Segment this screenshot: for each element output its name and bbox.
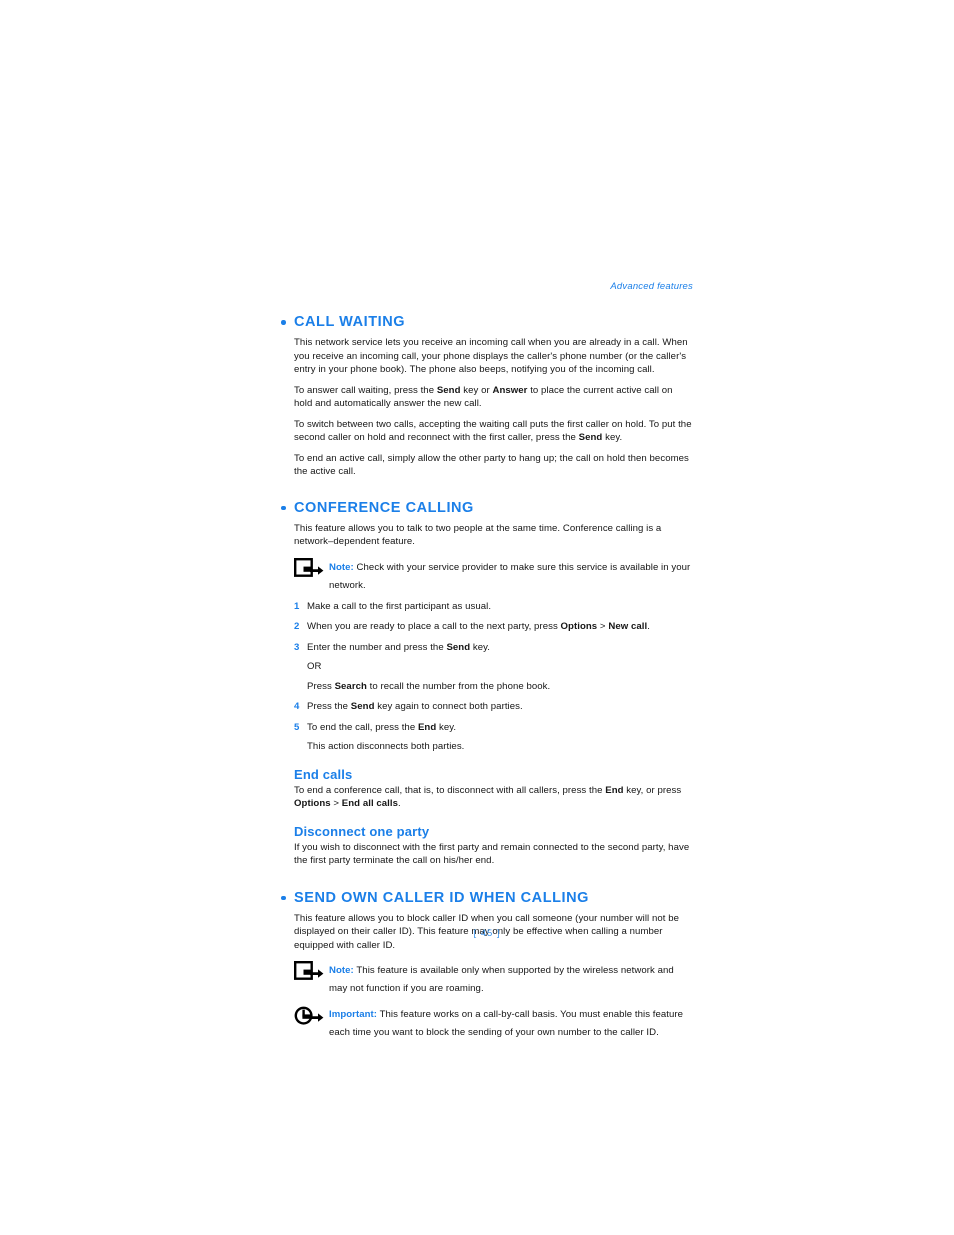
step-text: Enter the number and press the Send key. (307, 641, 491, 653)
section-heading-send-own-caller-id: SEND OWN CALLER ID WHEN CALLING (281, 889, 693, 907)
step-number: 2 (294, 621, 300, 633)
document-page: Advanced features CALL WAITING This netw… (0, 0, 954, 1235)
step-number: 3 (294, 641, 300, 653)
note-body: This feature is available only when supp… (329, 965, 674, 995)
paragraph: If you wish to disconnect with the first… (294, 841, 690, 867)
step-follow-text: This action disconnects both parties. (307, 741, 465, 753)
important-callout: Important: This feature works on a call-… (281, 1004, 693, 1040)
list-item: 5 To end the call, press the End key. Thi… (281, 721, 693, 754)
note-arrow-box-icon (294, 557, 324, 579)
subsection-heading-end-calls: End calls (294, 766, 353, 782)
section-heading-call-waiting: CALL WAITING (281, 313, 693, 331)
step-text: When you are ready to place a call to th… (307, 621, 650, 633)
step-text: Make a call to the first participant as … (307, 600, 492, 612)
step-number: 4 (294, 701, 300, 713)
bullet-icon (281, 895, 286, 901)
important-label: Important: (329, 1009, 378, 1021)
note-body: Check with your service provider to make… (329, 561, 691, 591)
bullet-icon (281, 320, 286, 325)
subsection-heading-disconnect-one-party: Disconnect one party (294, 823, 430, 839)
step-number: 1 (294, 600, 300, 612)
paragraph: This feature allows you to talk to two p… (294, 522, 662, 548)
list-item: 4 Press the Send key again to connect bot… (281, 700, 693, 714)
running-header: Advanced features (610, 281, 693, 292)
section-heading-text: SEND OWN CALLER ID WHEN CALLING (294, 889, 589, 906)
step-or-label: OR (307, 661, 322, 673)
note-arrow-box-icon (294, 961, 324, 982)
section-heading-text: CALL WAITING (294, 314, 406, 330)
note-callout-text: Note: This feature is available only whe… (329, 965, 674, 994)
page-number: [ 45 ] (473, 928, 501, 939)
step-alt-text: Press Search to recall the number from t… (307, 680, 551, 692)
important-callout-text: Important: This feature works on a call-… (329, 1009, 683, 1038)
section-heading-text: CONFERENCE CALLING (294, 499, 474, 516)
note-callout: Note: This feature is available only whe… (281, 960, 693, 996)
list-item: 2 When you are ready to place a call to t… (281, 620, 693, 634)
paragraph: To end a conference call, that is, to di… (294, 784, 682, 810)
section-heading-conference-calling: CONFERENCE CALLING (281, 499, 693, 517)
note-label: Note: (329, 561, 354, 573)
step-text: Press the Send key again to connect both… (307, 701, 523, 713)
note-callout-text: Note: Check with your service provider t… (329, 562, 690, 591)
paragraph: To answer call waiting, press the Send k… (294, 384, 673, 410)
paragraph: To switch between two calls, accepting t… (294, 418, 692, 444)
paragraph: To end an active call, simply allow the … (294, 452, 689, 478)
note-label: Note: (329, 965, 354, 977)
bullet-icon (281, 505, 286, 511)
important-body: This feature works on a call-by-call bas… (329, 1009, 684, 1039)
step-number: 5 (294, 721, 300, 733)
step-text: To end the call, press the End key. (307, 721, 457, 733)
paragraph: This network service lets you receive an… (294, 337, 688, 376)
note-callout: Note: Check with your service provider t… (281, 557, 693, 593)
list-item: 3 Enter the number and press the Send key… (281, 641, 693, 694)
important-arrow-circle-icon (294, 1005, 324, 1026)
numbered-steps-list: 1 Make a call to the first participant as… (281, 600, 693, 754)
list-item: 1 Make a call to the first participant as… (281, 600, 693, 614)
